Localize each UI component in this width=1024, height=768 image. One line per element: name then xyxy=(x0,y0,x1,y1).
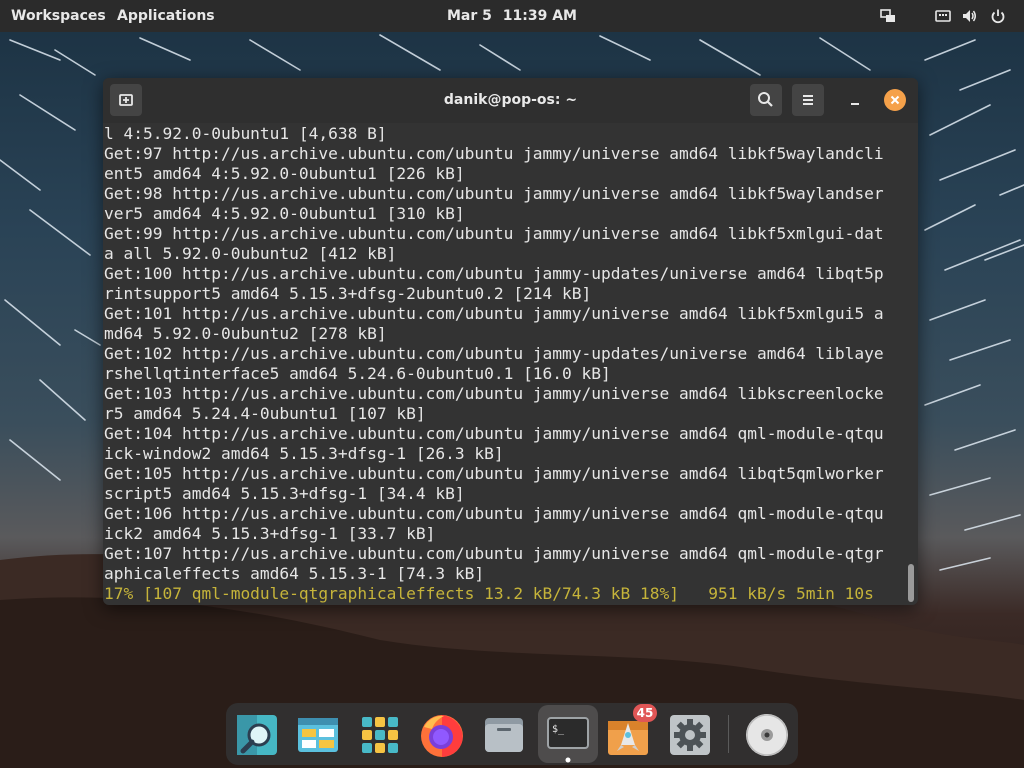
power-icon[interactable] xyxy=(990,8,1006,24)
terminal-output[interactable]: l 4:5.92.0-0ubuntu1 [4,638 B] Get:97 htt… xyxy=(103,123,918,605)
date-label: Mar 5 xyxy=(447,8,492,24)
search-icon xyxy=(758,92,773,107)
terminal-line: md64 5.92.0-0ubuntu2 [278 kB] xyxy=(104,324,387,343)
terminal-line: Get:106 http://us.archive.ubuntu.com/ubu… xyxy=(104,504,884,523)
window-titlebar[interactable]: danik@pop-os: ~ xyxy=(103,78,918,123)
terminal-window: danik@pop-os: ~ l 4:5.92.0-0ubuntu1 [4,6… xyxy=(103,78,918,605)
terminal-line: Get:98 http://us.archive.ubuntu.com/ubun… xyxy=(104,184,884,203)
terminal-line: Get:103 http://us.archive.ubuntu.com/ubu… xyxy=(104,384,884,403)
terminal-icon: $_ xyxy=(547,717,589,763)
terminal-line: Get:102 http://us.archive.ubuntu.com/ubu… xyxy=(104,344,884,363)
keyboard-indicator-icon[interactable] xyxy=(935,8,951,24)
minimize-icon xyxy=(851,103,859,105)
top-panel: Workspaces Applications Mar 5 11:39 AM xyxy=(0,0,1024,32)
gnome-software-icon xyxy=(298,718,338,752)
terminal-line: Get:97 http://us.archive.ubuntu.com/ubun… xyxy=(104,144,884,163)
menu-button[interactable] xyxy=(792,84,824,116)
volume-icon[interactable] xyxy=(961,8,977,24)
dock-item-firefox[interactable] xyxy=(416,709,468,761)
workspaces-button[interactable]: Workspaces xyxy=(11,8,106,24)
terminal-line: r5 amd64 5.24.4-0ubuntu1 [107 kB] xyxy=(104,404,426,423)
search-magnifier-icon xyxy=(237,715,277,755)
apt-progress-line: 17% [107 qml-module-qtgraphicaleffects 1… xyxy=(104,584,874,603)
terminal-line: a all 5.92.0-0ubuntu2 [412 kB] xyxy=(104,244,397,263)
terminal-line: Get:99 http://us.archive.ubuntu.com/ubun… xyxy=(104,224,884,243)
optical-disc-icon xyxy=(746,714,788,756)
dock-item-search[interactable] xyxy=(231,709,283,761)
files-icon xyxy=(485,718,523,752)
minimize-button[interactable] xyxy=(844,90,866,112)
hamburger-menu-icon xyxy=(803,95,813,105)
settings-gear-icon xyxy=(670,715,710,755)
terminal-line: Get:105 http://us.archive.ubuntu.com/ubu… xyxy=(104,464,884,483)
dock-item-terminal[interactable]: $_ xyxy=(538,705,598,763)
notification-badge: 45 xyxy=(633,704,657,722)
terminal-line: ver5 amd64 4:5.92.0-0ubuntu1 [310 kB] xyxy=(104,204,465,223)
close-button[interactable] xyxy=(884,89,906,111)
terminal-line: ick2 amd64 5.15.3+dfsg-1 [33.7 kB] xyxy=(104,524,436,543)
terminal-line: Get:104 http://us.archive.ubuntu.com/ubu… xyxy=(104,424,884,443)
window-tiling-icon[interactable] xyxy=(880,8,896,24)
dock-item-software[interactable] xyxy=(292,709,344,761)
terminal-line: l 4:5.92.0-0ubuntu1 [4,638 B] xyxy=(104,124,387,143)
dock-item-disc[interactable] xyxy=(741,709,793,761)
applications-button[interactable]: Applications xyxy=(117,8,215,24)
clock-button[interactable]: Mar 5 11:39 AM xyxy=(440,8,584,24)
dock-separator xyxy=(728,715,729,753)
svg-text:$_: $_ xyxy=(552,724,565,735)
terminal-line: Get:100 http://us.archive.ubuntu.com/ubu… xyxy=(104,264,884,283)
close-icon xyxy=(890,95,900,105)
dock-item-app-grid[interactable] xyxy=(354,709,406,761)
firefox-icon xyxy=(421,715,463,757)
terminal-line: rshellqtinterface5 amd64 5.24.6-0ubuntu0… xyxy=(104,364,611,383)
terminal-line: script5 amd64 5.15.3+dfsg-1 [34.4 kB] xyxy=(104,484,465,503)
terminal-line: ent5 amd64 4:5.92.0-0ubuntu1 [226 kB] xyxy=(104,164,465,183)
terminal-scrollbar[interactable] xyxy=(908,564,914,602)
terminal-line: aphicaleffects amd64 5.15.3-1 [74.3 kB] xyxy=(104,564,485,583)
terminal-line: rintsupport5 amd64 5.15.3+dfsg-2ubuntu0.… xyxy=(104,284,592,303)
dock-item-files[interactable] xyxy=(478,709,530,761)
dock: $_ xyxy=(226,703,798,765)
search-button[interactable] xyxy=(750,84,782,116)
terminal-line: Get:101 http://us.archive.ubuntu.com/ubu… xyxy=(104,304,884,323)
app-grid-icon xyxy=(362,717,398,753)
time-label: 11:39 AM xyxy=(502,8,577,24)
terminal-line: Get:107 http://us.archive.ubuntu.com/ubu… xyxy=(104,544,884,563)
terminal-line: ick-window2 amd64 5.15.3+dfsg-1 [26.3 kB… xyxy=(104,444,504,463)
dock-item-settings[interactable] xyxy=(664,709,716,761)
